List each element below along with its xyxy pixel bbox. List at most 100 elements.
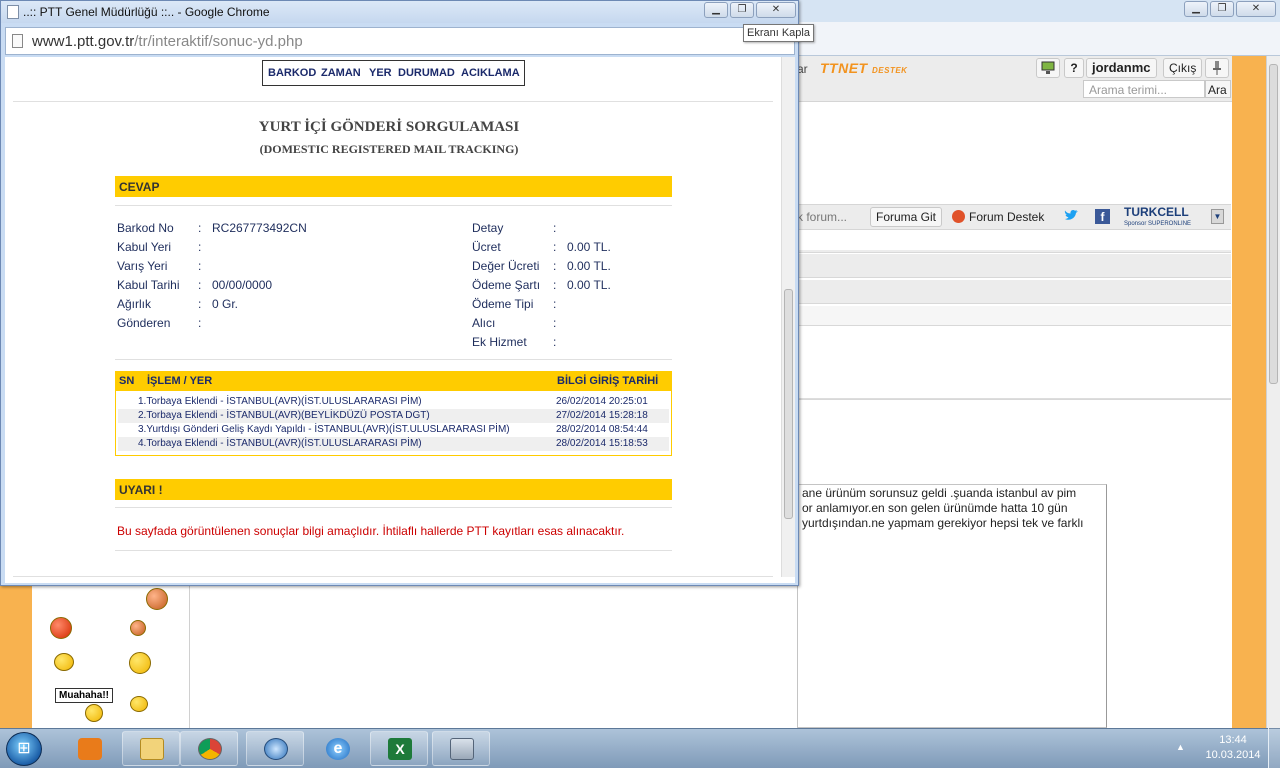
calculator-icon [450, 738, 474, 760]
value-fee-value: 0.00 TL. [567, 259, 611, 273]
forum-go-button[interactable]: Foruma Git [870, 207, 943, 227]
col-islem: İŞLEM / YER [147, 375, 213, 387]
smiley-icon[interactable] [130, 620, 146, 636]
popup-address-bar[interactable]: www1.ptt.gov.tr/tr/interaktif/sonuc-yd.p… [5, 27, 795, 55]
divider [115, 359, 672, 360]
field-label: Alıcı [472, 316, 496, 330]
table-row: 4.Torbaya Eklendi - İSTANBUL(AVR)(İST.UL… [118, 437, 669, 451]
warning-text: Bu sayfada görüntülenen sonuçlar bilgi a… [117, 524, 625, 538]
divider [13, 101, 773, 102]
scrollbar-thumb[interactable] [784, 289, 793, 519]
minimize-button[interactable]: ▁ [1184, 1, 1208, 17]
popup-window-controls: ▁ ❐ ✕ [704, 2, 796, 18]
pin-icon[interactable] [1205, 58, 1229, 78]
tracking-column-menu: BARKOD ZAMAN YER DURUMAD ACIKLAMA [262, 60, 525, 86]
turkcell-sponsor-logo[interactable]: TURKCELL Sponsor SUPERONLINE [1124, 206, 1191, 230]
search-input[interactable]: Arama terimi... [1083, 80, 1205, 98]
smiley-icon[interactable] [50, 617, 72, 639]
post-line: or anlamıyor.en son gelen ürünümde hatta… [802, 501, 1068, 515]
taskbar-app[interactable]: e [308, 731, 366, 766]
popup-scrollbar[interactable] [781, 57, 795, 577]
monitor-icon[interactable] [1036, 58, 1060, 78]
post-textarea[interactable]: ane ürünüm sorunsuz geldi .şuanda istanb… [797, 484, 1107, 728]
popup-body: BARKOD ZAMAN YER DURUMAD ACIKLAMA YURT İ… [5, 57, 795, 583]
field-label: Kabul Yeri [117, 240, 172, 254]
field-label: Ağırlık [117, 297, 152, 311]
taskbar-app[interactable] [122, 731, 180, 766]
divider [115, 507, 672, 508]
menu-yer[interactable]: YER [369, 67, 392, 79]
popup-titlebar[interactable]: ..:: PTT Genel Müdürlüğü ::.. - Google C… [1, 1, 798, 23]
smiley-icon[interactable] [130, 696, 148, 712]
payment-condition-value: 0.00 TL. [567, 278, 611, 292]
minimize-button[interactable]: ▁ [704, 2, 728, 18]
barcode-value: RC267773492CN [212, 221, 307, 235]
close-button[interactable]: ✕ [756, 2, 796, 18]
forum-info-row [797, 254, 1231, 278]
smiley-icon[interactable] [146, 588, 168, 610]
ttnet-logo[interactable]: TTNET DESTEK [820, 60, 907, 76]
field-label: Gönderen [117, 316, 171, 330]
close-button[interactable]: ✕ [1236, 1, 1276, 17]
field-label: Kabul Tarihi [117, 278, 180, 292]
facebook-icon[interactable]: f [1095, 209, 1110, 224]
show-desktop-button[interactable] [1268, 728, 1280, 768]
table-row: 1.Torbaya Eklendi - İSTANBUL(AVR)(İST.UL… [138, 396, 648, 407]
field-label: Ücret [472, 240, 501, 254]
field-label: Ödeme Şartı [472, 278, 541, 292]
twitter-icon[interactable] [1064, 209, 1079, 222]
maximize-button[interactable]: ❐ [730, 2, 754, 18]
page-icon [12, 34, 23, 48]
weight-value: 0 Gr. [212, 297, 239, 311]
popup-url[interactable]: www1.ptt.gov.tr/tr/interaktif/sonuc-yd.p… [32, 33, 303, 50]
chevron-down-icon[interactable]: ▼ [1211, 209, 1224, 224]
taskbar-app[interactable] [180, 731, 238, 766]
menu-barkod[interactable]: BARKOD [268, 67, 316, 79]
post-line: yurtdışından.ne yapmam gerekiyor hepsi t… [802, 516, 1084, 530]
help-button[interactable]: ? [1064, 58, 1084, 78]
smiley-icon[interactable] [54, 653, 74, 671]
field-label: Ek Hizmet [472, 335, 527, 349]
forum-support-link[interactable]: Forum Destek [969, 210, 1044, 224]
forum-info-row [797, 280, 1231, 304]
popup-window-title: ..:: PTT Genel Müdürlüğü ::.. - Google C… [23, 5, 270, 19]
smiley-icon[interactable] [129, 652, 151, 674]
taskbar-app[interactable]: X [370, 731, 428, 766]
accept-date-value: 00/00/0000 [212, 278, 273, 292]
page-subtitle: (DOMESTIC REGISTERED MAIL TRACKING) [259, 142, 519, 156]
muahaha-smiley[interactable]: Muahaha!! [55, 688, 113, 703]
tracking-table: SN İŞLEM / YER BİLGİ GİRİŞ TARİHİ 1.Torb… [115, 371, 672, 456]
taskbar: ⊞ e X [0, 728, 1280, 768]
answer-header: CEVAP [115, 176, 672, 197]
field-label: Varış Yeri [117, 259, 168, 273]
taskbar-app[interactable] [60, 731, 118, 766]
taskbar-app[interactable] [246, 731, 304, 766]
forum-search-input[interactable]: k forum... [797, 210, 847, 224]
field-label: Barkod No [117, 221, 174, 235]
maximize-button[interactable]: ❐ [1210, 1, 1234, 17]
forum-info-row [797, 306, 1231, 326]
system-clock[interactable]: 13:44 10.03.2014 [1200, 733, 1266, 763]
scrollbar-thumb[interactable] [1269, 64, 1278, 384]
chrome-icon [198, 738, 222, 760]
menu-zaman[interactable]: ZAMAN [321, 67, 361, 79]
field-label: Ödeme Tipi [472, 297, 534, 311]
divider [115, 550, 672, 551]
page-title: YURT İÇİ GÖNDERİ SORGULAMASI [258, 119, 520, 135]
search-button[interactable]: Ara [1205, 80, 1231, 98]
smiley-icon[interactable] [85, 704, 103, 722]
clock-time: 13:44 [1219, 734, 1247, 746]
logout-button[interactable]: Çıkış [1163, 58, 1203, 78]
username-link[interactable]: jordanmc [1086, 58, 1157, 78]
divider [115, 205, 672, 206]
internet-explorer-icon: e [326, 738, 350, 760]
tray-expand-icon[interactable]: ▲ [1176, 742, 1185, 752]
menu-durumad[interactable]: DURUMAD [398, 67, 455, 79]
col-sn: SN [119, 375, 135, 387]
excel-icon: X [388, 738, 412, 760]
page-scrollbar[interactable] [1266, 56, 1280, 728]
menu-aciklama[interactable]: ACIKLAMA [461, 67, 520, 79]
background-window-controls: ▁ ❐ ✕ [1184, 1, 1276, 17]
taskbar-app[interactable] [432, 731, 490, 766]
start-button[interactable]: ⊞ [6, 732, 42, 766]
